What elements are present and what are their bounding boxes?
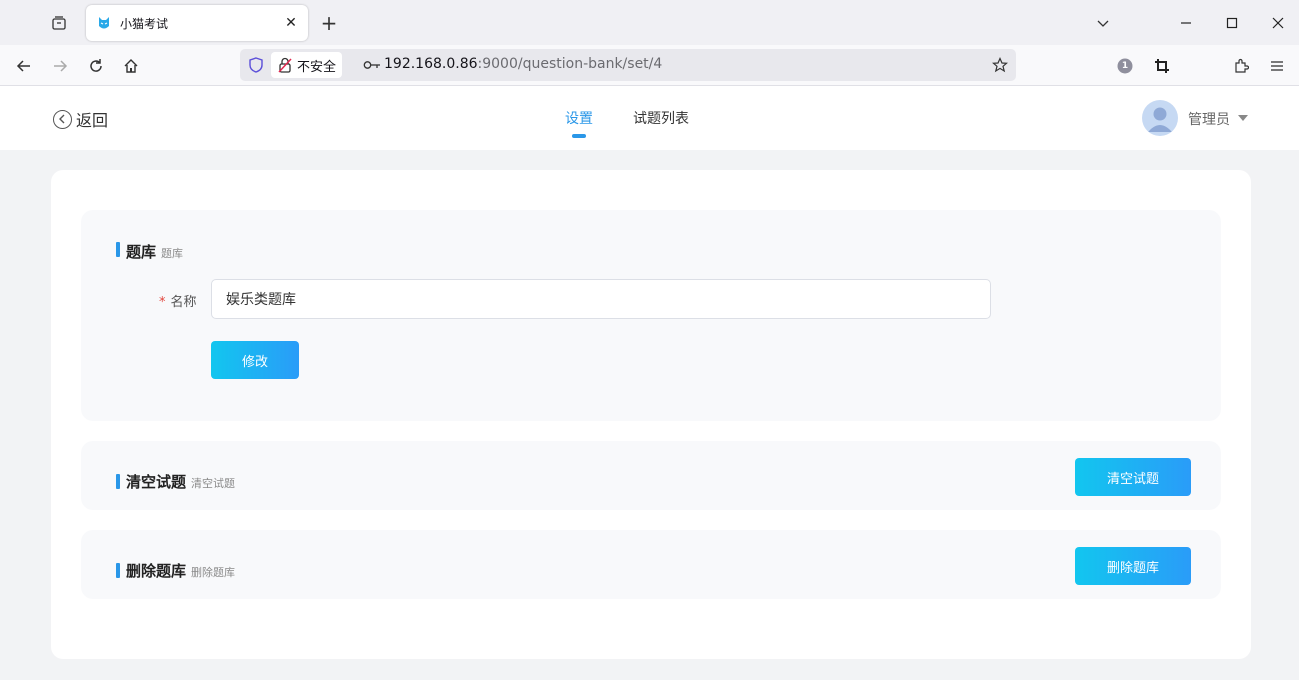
name-field-label: * 名称 xyxy=(159,291,197,310)
chevron-left-icon xyxy=(53,109,72,129)
url-path: :9000/question-bank/set/4 xyxy=(477,56,663,72)
maximize-icon[interactable] xyxy=(1219,10,1245,36)
bookmark-star-icon[interactable] xyxy=(990,55,1010,75)
browser-tab[interactable]: 小猫考试 ✕ xyxy=(86,5,308,41)
tab-question-list-label: 试题列表 xyxy=(633,111,689,127)
menu-icon[interactable] xyxy=(1264,53,1290,79)
bank-section-subheading: 题库 xyxy=(161,247,184,260)
user-name[interactable]: 管理员 xyxy=(1188,109,1230,129)
shield-icon[interactable] xyxy=(246,55,266,75)
clear-section-subheading: 清空试题 xyxy=(191,477,236,490)
bank-section: 题库 题库 * 名称 修改 xyxy=(81,210,1221,421)
tab-settings[interactable]: 设置 xyxy=(565,108,593,138)
home-icon[interactable] xyxy=(118,53,144,79)
new-tab-icon[interactable]: + xyxy=(318,12,340,34)
app-header: 返回 设置 试题列表 管理员 xyxy=(0,86,1299,150)
close-tab-icon[interactable]: ✕ xyxy=(282,14,300,32)
reload-icon[interactable] xyxy=(83,53,109,79)
clear-section-title: 清空试题 清空试题 xyxy=(116,471,235,492)
back-label: 返回 xyxy=(76,111,109,130)
delete-section-heading: 删除题库 xyxy=(126,562,187,580)
key-icon[interactable] xyxy=(362,56,382,74)
name-label-text: 名称 xyxy=(170,295,197,310)
modify-button[interactable]: 修改 xyxy=(211,341,299,379)
clear-questions-button[interactable]: 清空试题 xyxy=(1075,458,1191,496)
insecure-lock-icon xyxy=(277,57,293,73)
section-accent-bar xyxy=(116,563,120,578)
close-window-icon[interactable] xyxy=(1265,10,1291,36)
settings-card: 题库 题库 * 名称 修改 清空试题 清空试题 清空试题 删除题库 删除题库 删除… xyxy=(51,170,1251,659)
forward-arrow-icon[interactable] xyxy=(47,53,73,79)
minimize-icon[interactable] xyxy=(1173,10,1199,36)
extension-badge-icon[interactable]: 1 xyxy=(1112,53,1138,79)
bank-section-title: 题库 题库 xyxy=(116,241,183,262)
tab-list-icon[interactable] xyxy=(44,10,74,36)
chevron-down-icon[interactable] xyxy=(1090,10,1116,36)
url-text[interactable]: 192.168.0.86:9000/question-bank/set/4 xyxy=(384,56,662,72)
caret-down-icon[interactable] xyxy=(1238,115,1248,121)
extensions-puzzle-icon[interactable] xyxy=(1228,53,1254,79)
delete-section-subheading: 删除题库 xyxy=(191,566,236,579)
bank-section-heading: 题库 xyxy=(126,243,157,261)
delete-section: 删除题库 删除题库 删除题库 xyxy=(81,530,1221,599)
extension-badge-count: 1 xyxy=(1121,61,1129,71)
insecure-label: 不安全 xyxy=(297,59,337,75)
url-host: 192.168.0.86 xyxy=(384,56,478,72)
tab-settings-label: 设置 xyxy=(565,111,593,127)
insecure-indicator[interactable]: 不安全 xyxy=(271,52,343,78)
crop-icon[interactable] xyxy=(1149,53,1175,79)
required-mark: * xyxy=(159,295,166,310)
clear-section: 清空试题 清空试题 清空试题 xyxy=(81,441,1221,510)
tab-title: 小猫考试 xyxy=(120,16,169,31)
section-accent-bar xyxy=(116,474,120,489)
delete-bank-button[interactable]: 删除题库 xyxy=(1075,547,1191,585)
avatar[interactable] xyxy=(1142,100,1178,136)
bank-name-input[interactable] xyxy=(211,279,991,319)
url-bar[interactable]: 不安全 192.168.0.86:9000/question-bank/set/… xyxy=(240,49,1016,81)
delete-section-title: 删除题库 删除题库 xyxy=(116,560,235,581)
section-accent-bar xyxy=(116,242,120,257)
tab-question-list[interactable]: 试题列表 xyxy=(633,108,689,128)
cat-favicon-icon xyxy=(96,15,112,31)
browser-nav-bar: 不安全 192.168.0.86:9000/question-bank/set/… xyxy=(0,45,1299,86)
back-arrow-icon[interactable] xyxy=(11,53,37,79)
back-button[interactable]: 返回 xyxy=(53,107,108,131)
clear-section-heading: 清空试题 xyxy=(126,473,187,491)
browser-tab-bar: 小猫考试 ✕ + xyxy=(0,0,1299,45)
active-tab-indicator xyxy=(572,134,586,138)
